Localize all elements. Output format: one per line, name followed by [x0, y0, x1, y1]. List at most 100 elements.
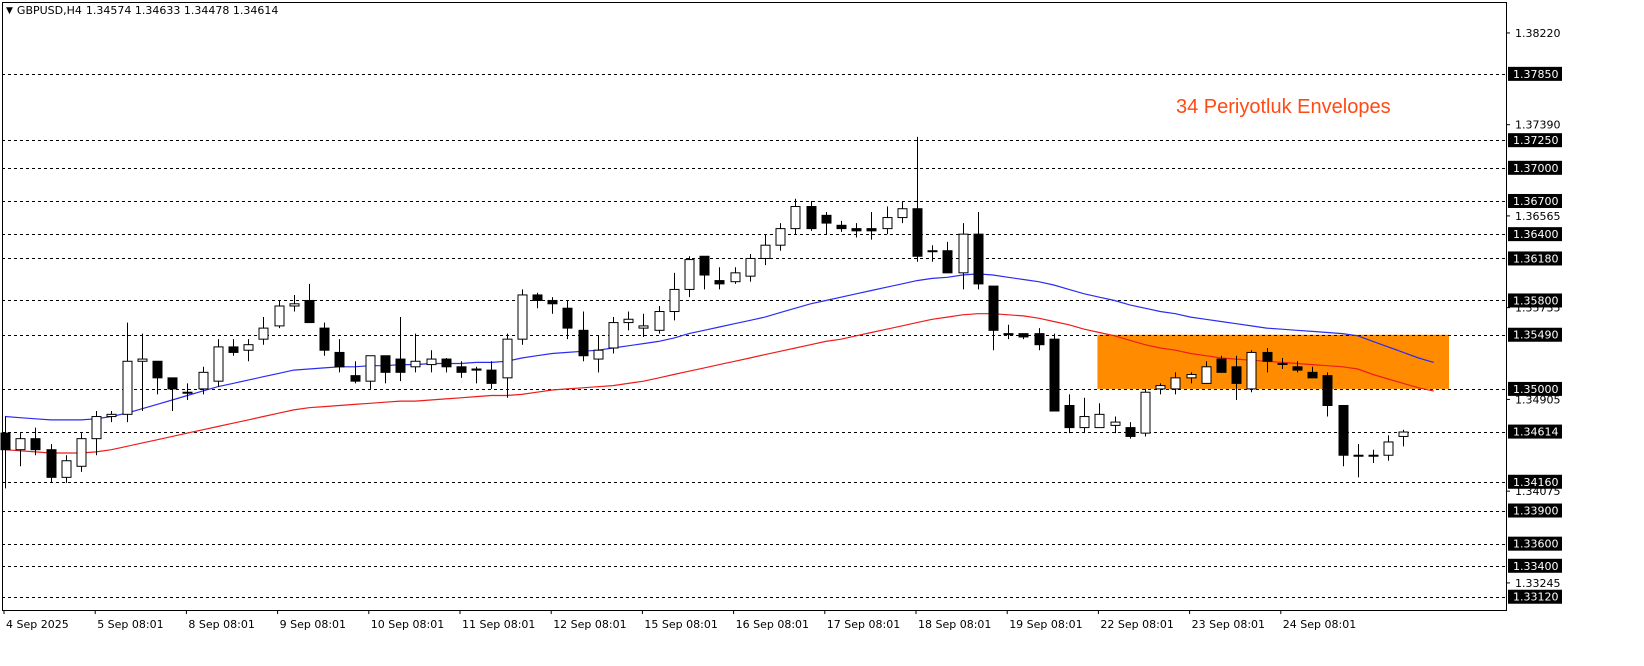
level-price-tag: 1.33400	[1508, 558, 1562, 573]
candle	[350, 361, 361, 384]
time-label: 12 Sep 08:01	[553, 618, 626, 631]
bull-candle-body	[608, 322, 619, 349]
bear-candle-body	[988, 285, 999, 331]
candle	[1018, 333, 1029, 340]
symbol-timeframe: GBPUSD,H4	[16, 4, 82, 17]
bull-candle-body	[760, 244, 771, 259]
candle	[1034, 328, 1045, 351]
bull-candle-body	[1383, 441, 1394, 456]
bear-candle-body	[532, 294, 543, 301]
bull-candle-body	[106, 413, 117, 418]
bull-candle-body	[745, 257, 756, 277]
candle	[836, 220, 847, 232]
candle	[578, 311, 589, 362]
bull-candle-body	[775, 228, 786, 246]
bull-candle-body	[1110, 421, 1121, 426]
candle	[882, 206, 893, 235]
candle	[684, 256, 695, 298]
bear-candle-body	[851, 228, 862, 232]
bull-candle-body	[1170, 377, 1181, 390]
bull-candle-body	[1079, 416, 1090, 429]
dropdown-triangle-icon[interactable]: ▼	[6, 6, 13, 16]
bull-candle-body	[958, 233, 969, 274]
candle	[912, 136, 923, 262]
bear-candle-body	[562, 307, 573, 329]
bull-candle-body	[897, 208, 908, 219]
candle	[258, 317, 269, 345]
price-chart[interactable]: 1.382201.373901.365651.357351.349051.340…	[0, 0, 1644, 666]
bear-candle-body	[1125, 427, 1136, 437]
bull-candle-body	[289, 303, 300, 307]
bear-candle-body	[228, 346, 239, 353]
candle	[213, 339, 224, 387]
candle	[274, 300, 285, 329]
candle	[319, 322, 330, 356]
candle	[942, 241, 953, 274]
candle	[638, 313, 649, 337]
bear-candle-body	[806, 206, 817, 230]
candle	[1125, 422, 1136, 439]
candle	[973, 212, 984, 290]
level-price-tag: 1.35800	[1508, 293, 1562, 308]
candle	[699, 255, 710, 290]
bear-candle-body	[1262, 351, 1273, 362]
level-tag-label: 1.37250	[1513, 134, 1559, 147]
bear-candle-body	[866, 228, 877, 232]
bear-candle-body	[1049, 338, 1060, 412]
chart-window[interactable]: 1.38220 1.37390 1.36565 1.35735 1.34905 1.340…	[0, 0, 1644, 666]
candle	[745, 254, 756, 282]
candle	[988, 285, 999, 351]
bear-candle-body	[973, 233, 984, 285]
bear-candle-body	[714, 280, 725, 285]
candle	[669, 272, 680, 321]
bear-candle-body	[942, 250, 953, 274]
candle	[167, 377, 178, 412]
bull-candle-body	[790, 206, 801, 230]
bull-candle-body	[76, 438, 87, 467]
level-price-tag: 1.35000	[1508, 381, 1562, 396]
candle	[122, 322, 133, 423]
candle	[958, 223, 969, 290]
bear-candle-body	[1064, 404, 1075, 429]
bear-candle-body	[152, 360, 163, 379]
candle	[441, 357, 452, 373]
level-tag-label: 1.33900	[1513, 505, 1559, 518]
bull-candle-body	[15, 438, 26, 451]
candle	[623, 311, 634, 331]
bear-candle-body	[1307, 371, 1318, 379]
candle	[1064, 394, 1075, 434]
bear-candle-body	[1018, 333, 1029, 338]
candle	[1079, 397, 1090, 434]
bull-candle-body	[274, 305, 285, 327]
bull-candle-body	[426, 358, 437, 366]
time-label: 24 Sep 08:01	[1283, 618, 1356, 631]
bear-candle-body	[167, 377, 178, 390]
bull-candle-body	[122, 360, 133, 415]
time-label: 18 Sep 08:01	[918, 618, 991, 631]
candle	[365, 355, 376, 389]
price-tick-label: 1.38220	[1515, 27, 1561, 40]
candle	[897, 200, 908, 224]
candle	[1338, 404, 1349, 467]
candle	[866, 212, 877, 240]
level-tag-label: 1.37850	[1513, 68, 1559, 81]
candle	[15, 433, 26, 467]
candle	[562, 300, 573, 340]
bear-candle-body	[334, 351, 345, 368]
level-tag-label: 1.33400	[1513, 560, 1559, 573]
level-price-tag: 1.37850	[1508, 66, 1562, 81]
bull-candle-body	[198, 371, 209, 390]
level-tag-label: 1.36400	[1513, 228, 1559, 241]
time-label: 11 Sep 08:01	[462, 618, 535, 631]
candle	[593, 335, 604, 373]
candle	[502, 333, 513, 398]
bull-candle-body	[517, 294, 528, 340]
time-label: 23 Sep 08:01	[1192, 618, 1265, 631]
time-label: 8 Sep 08:01	[188, 618, 254, 631]
bear-candle-body	[1231, 366, 1242, 384]
candle	[760, 234, 771, 266]
time-label: 16 Sep 08:01	[736, 618, 809, 631]
bear-candle-body	[1216, 358, 1227, 373]
level-tag-label: 1.37000	[1513, 162, 1559, 175]
envelopes-annotation: 34 Periyotluk Envelopes	[1176, 96, 1391, 118]
